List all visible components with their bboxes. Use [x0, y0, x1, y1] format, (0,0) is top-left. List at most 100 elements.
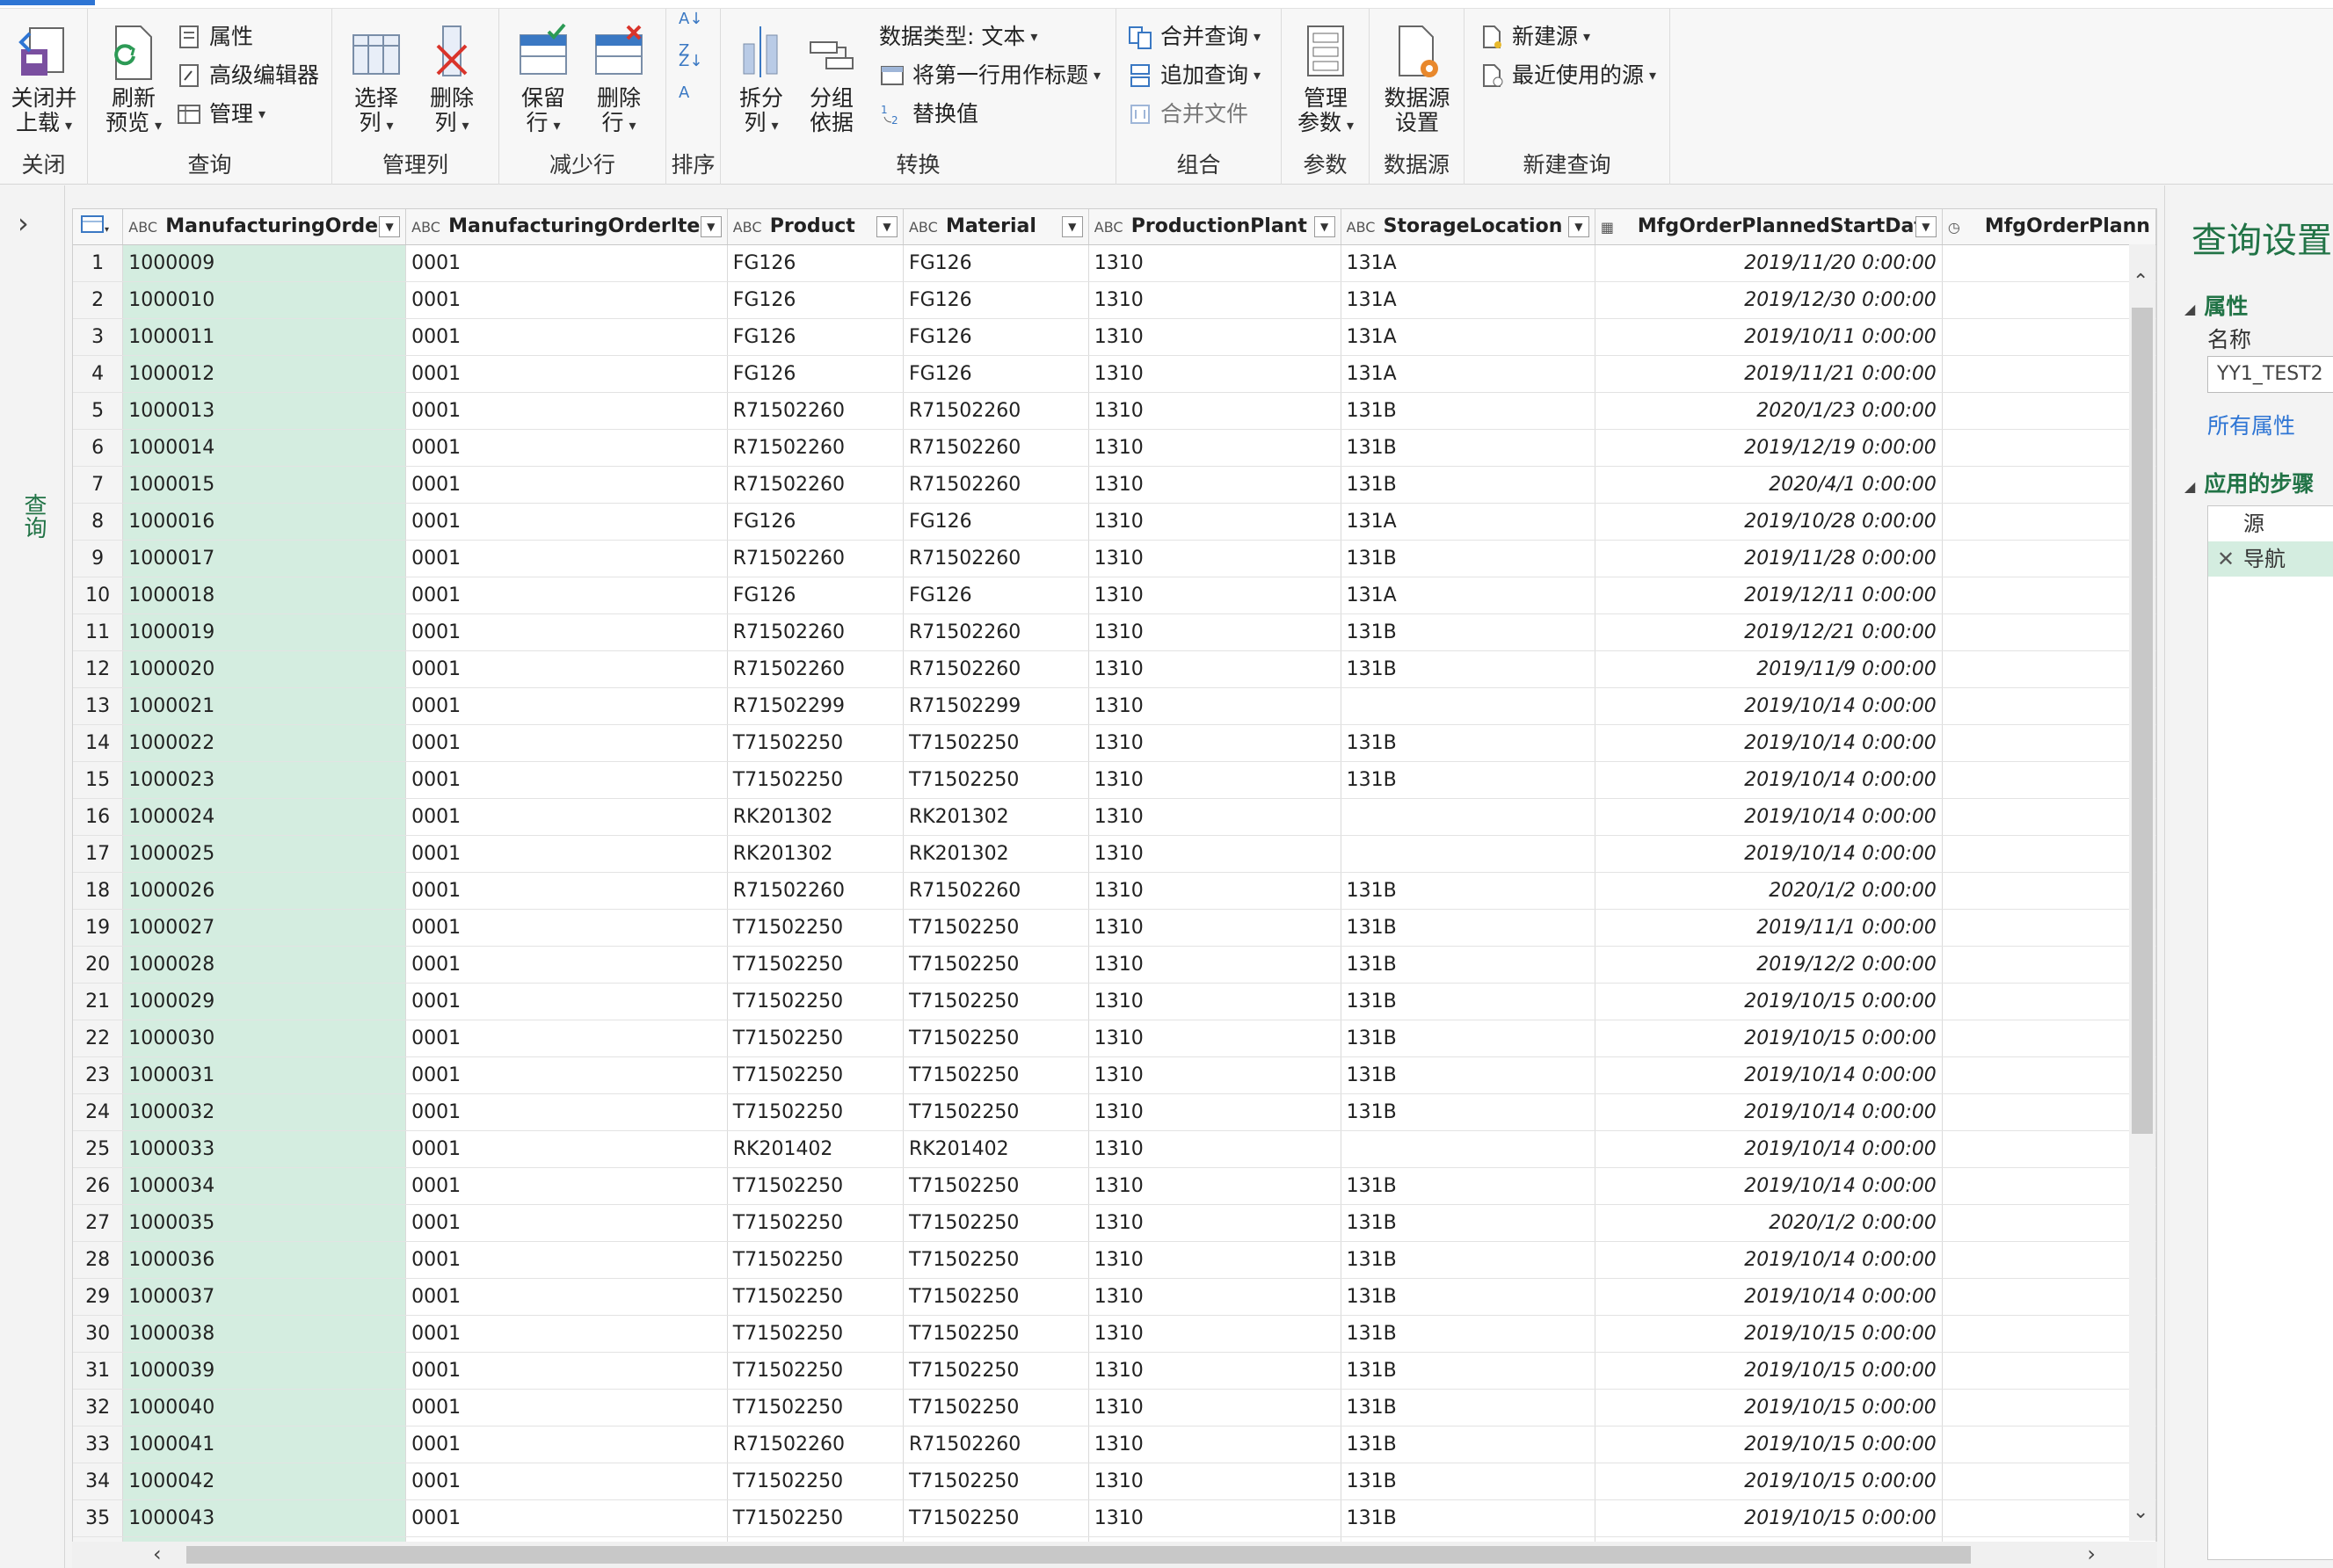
table-cell[interactable]: FG126 [727, 503, 904, 541]
table-cell[interactable]: 131B [1341, 724, 1595, 762]
queries-pane-label[interactable]: 查询 [18, 493, 50, 539]
scroll-left-icon[interactable]: ‹ [153, 1542, 162, 1566]
row-number[interactable]: 29 [73, 1278, 124, 1316]
table-cell[interactable]: R71502260 [727, 1426, 904, 1463]
table-cell[interactable]: 2019/11/28 0:00:00 [1595, 540, 1943, 577]
table-cell[interactable]: 131B [1341, 613, 1595, 651]
table-cell[interactable]: 1310 [1088, 946, 1341, 984]
properties-section-header[interactable]: ◢ 属性 [2184, 289, 2248, 321]
table-cell[interactable]: 1310 [1088, 503, 1341, 541]
table-cell[interactable]: 2020/1/2 0:00:00 [1595, 872, 1943, 910]
table-cell[interactable]: R71502260 [903, 613, 1089, 651]
table-cell[interactable]: FG126 [903, 281, 1089, 319]
manage-button[interactable]: 管理 ▾ [176, 98, 265, 130]
table-cell[interactable]: RK201402 [903, 1130, 1089, 1168]
table-cell[interactable]: 1000042 [122, 1463, 407, 1500]
row-number[interactable]: 11 [73, 613, 124, 651]
table-cell[interactable]: 0001 [405, 1167, 728, 1205]
table-cell[interactable] [1942, 1463, 2156, 1500]
table-cell[interactable]: 2019/10/15 0:00:00 [1595, 1389, 1943, 1426]
table-cell[interactable]: 2019/10/15 0:00:00 [1595, 1315, 1943, 1353]
table-cell[interactable]: 2019/10/11 0:00:00 [1595, 318, 1943, 356]
table-cell[interactable] [1942, 761, 2156, 799]
table-cell[interactable]: R71502260 [903, 540, 1089, 577]
table-cell[interactable]: T71502250 [727, 1093, 904, 1131]
table-cell[interactable]: 2019/12/19 0:00:00 [1595, 429, 1943, 467]
filter-dropdown-icon[interactable]: ▼ [1061, 216, 1083, 237]
table-cell[interactable]: FG126 [903, 503, 1089, 541]
table-cell[interactable]: 131B [1341, 540, 1595, 577]
table-cell[interactable]: 0001 [405, 503, 728, 541]
table-cell[interactable]: 0001 [405, 1204, 728, 1242]
table-cell[interactable] [1942, 1093, 2156, 1131]
table-cell[interactable]: 131B [1341, 1426, 1595, 1463]
row-number[interactable]: 17 [73, 835, 124, 873]
column-header[interactable]: ABC Product ▼ [727, 209, 904, 245]
table-cell[interactable]: 0001 [405, 761, 728, 799]
table-cell[interactable]: 1310 [1088, 1315, 1341, 1353]
table-cell[interactable]: 2019/10/14 0:00:00 [1595, 1130, 1943, 1168]
row-number[interactable]: 21 [73, 983, 124, 1020]
row-number[interactable]: 20 [73, 946, 124, 984]
table-cell[interactable]: 0001 [405, 1352, 728, 1390]
table-cell[interactable]: R71502260 [903, 392, 1089, 430]
table-cell[interactable]: 1000027 [122, 909, 407, 947]
table-cell[interactable]: 131A [1341, 503, 1595, 541]
data-type-dropdown[interactable]: 数据类型: 文本 ▾ [879, 21, 1037, 53]
table-cell[interactable] [1942, 392, 2156, 430]
clock-icon[interactable]: ◷ [1948, 219, 1976, 236]
table-cell[interactable]: T71502250 [727, 761, 904, 799]
row-number[interactable]: 1 [73, 244, 124, 282]
table-cell[interactable]: 1000011 [122, 318, 407, 356]
table-cell[interactable]: T71502250 [903, 1056, 1089, 1094]
expand-chevron-icon[interactable]: › [18, 207, 29, 240]
table-cell[interactable]: 1000019 [122, 613, 407, 651]
table-cell[interactable]: 1310 [1088, 540, 1341, 577]
text-type-icon[interactable]: ABC [909, 219, 938, 236]
table-cell[interactable]: 1310 [1088, 835, 1341, 873]
table-cell[interactable]: 1310 [1088, 872, 1341, 910]
row-number[interactable]: 19 [73, 909, 124, 947]
table-cell[interactable]: 0001 [405, 724, 728, 762]
table-cell[interactable]: 2019/10/14 0:00:00 [1595, 687, 1943, 725]
table-cell[interactable] [1942, 1167, 2156, 1205]
table-cell[interactable]: 2019/11/9 0:00:00 [1595, 650, 1943, 688]
table-cell[interactable]: 131B [1341, 1056, 1595, 1094]
table-cell[interactable]: 0001 [405, 1315, 728, 1353]
text-type-icon[interactable]: ABC [1347, 219, 1376, 236]
table-cell[interactable]: 1000017 [122, 540, 407, 577]
table-cell[interactable]: 1310 [1088, 244, 1341, 282]
table-cell[interactable]: 131A [1341, 318, 1595, 356]
table-cell[interactable]: 131B [1341, 650, 1595, 688]
table-cell[interactable]: T71502250 [903, 1020, 1089, 1057]
table-cell[interactable]: 131A [1341, 281, 1595, 319]
table-cell[interactable]: T71502250 [903, 1093, 1089, 1131]
row-number[interactable]: 18 [73, 872, 124, 910]
table-cell[interactable]: 1000009 [122, 244, 407, 282]
row-number[interactable]: 10 [73, 577, 124, 614]
table-cell[interactable]: RK201302 [903, 835, 1089, 873]
row-number[interactable]: 33 [73, 1426, 124, 1463]
table-cell[interactable]: 2019/10/15 0:00:00 [1595, 1499, 1943, 1537]
table-cell[interactable]: FG126 [903, 244, 1089, 282]
replace-values-button[interactable]: 12 替换值 [879, 98, 978, 130]
table-cell[interactable]: 131B [1341, 1389, 1595, 1426]
row-number[interactable]: 6 [73, 429, 124, 467]
column-header[interactable]: ABC ManufacturingOrderItem ▼ [405, 209, 728, 245]
table-cell[interactable]: 2019/11/1 0:00:00 [1595, 909, 1943, 947]
table-cell[interactable]: 131A [1341, 244, 1595, 282]
table-cell[interactable]: 2019/10/15 0:00:00 [1595, 983, 1943, 1020]
table-cell[interactable]: RK201302 [903, 798, 1089, 836]
table-cell[interactable]: 1000040 [122, 1389, 407, 1426]
table-cell[interactable]: 1310 [1088, 318, 1341, 356]
query-name-input[interactable]: YY1_TEST2 [2207, 356, 2333, 393]
table-cell[interactable]: 2019/10/14 0:00:00 [1595, 1278, 1943, 1316]
table-cell[interactable]: T71502250 [727, 946, 904, 984]
table-cell[interactable]: 0001 [405, 613, 728, 651]
table-cell[interactable]: R71502260 [727, 872, 904, 910]
table-cell[interactable]: T71502250 [727, 1352, 904, 1390]
table-cell[interactable]: FG126 [903, 355, 1089, 393]
table-cell[interactable]: 0001 [405, 909, 728, 947]
table-cell[interactable]: 1000023 [122, 761, 407, 799]
row-number[interactable]: 12 [73, 650, 124, 688]
